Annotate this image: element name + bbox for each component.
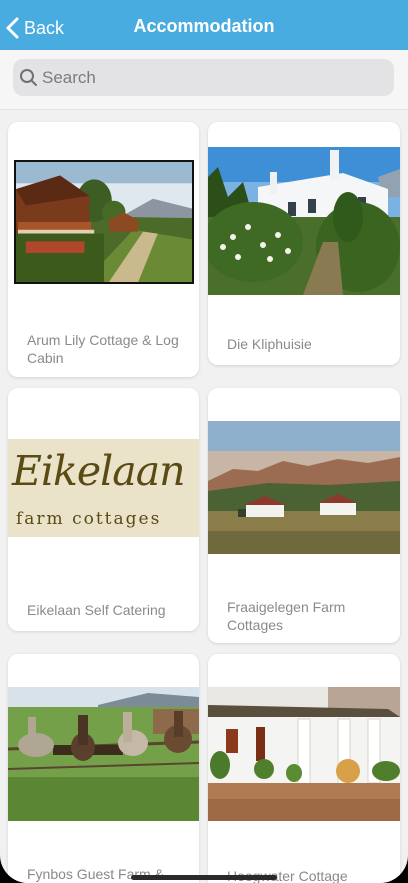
logo-title: Eikelaan	[12, 447, 186, 495]
listing-photo	[208, 687, 400, 821]
search-bar	[0, 50, 408, 110]
nav-bar: Back Accommodation	[0, 0, 408, 50]
home-indicator[interactable]	[131, 875, 277, 880]
listing-card-fraaigelegen[interactable]: Fraaigelegen Farm Cottages	[208, 388, 400, 643]
listing-label: Arum Lily Cottage & Log Cabin	[27, 332, 179, 366]
page-title: Accommodation	[133, 16, 275, 36]
listing-card-hoogwater[interactable]: Hoogwater Cottage	[208, 654, 400, 883]
listing-label: Eikelaan Self Catering	[27, 602, 166, 618]
eikelaan-logo: Eikelaan farm cottages	[8, 439, 199, 537]
listing-card-arum-lily[interactable]: Arum Lily Cottage & Log Cabin	[8, 122, 199, 377]
listing-label: Fynbos Guest Farm &	[27, 866, 164, 882]
search-icon	[20, 69, 37, 86]
listing-photo	[14, 160, 194, 284]
search-input[interactable]	[42, 67, 372, 88]
listing-card-die-kliphuisie[interactable]: Die Kliphuisie	[208, 122, 400, 365]
listing-photo	[8, 687, 199, 821]
listing-photo	[208, 421, 400, 554]
listing-card-eikelaan[interactable]: Eikelaan farm cottages Eikelaan Self Cat…	[8, 388, 199, 631]
listing-card-fynbos[interactable]: Fynbos Guest Farm &	[8, 654, 199, 883]
logo-subtitle: farm cottages	[16, 509, 162, 529]
listing-label: Fraaigelegen Farm Cottages	[227, 599, 346, 633]
listing-label: Die Kliphuisie	[227, 336, 312, 352]
screen: Back Accommodation Search Arum Lily Cott…	[0, 0, 408, 883]
search-field[interactable]	[13, 59, 394, 96]
listing-photo	[208, 147, 400, 295]
